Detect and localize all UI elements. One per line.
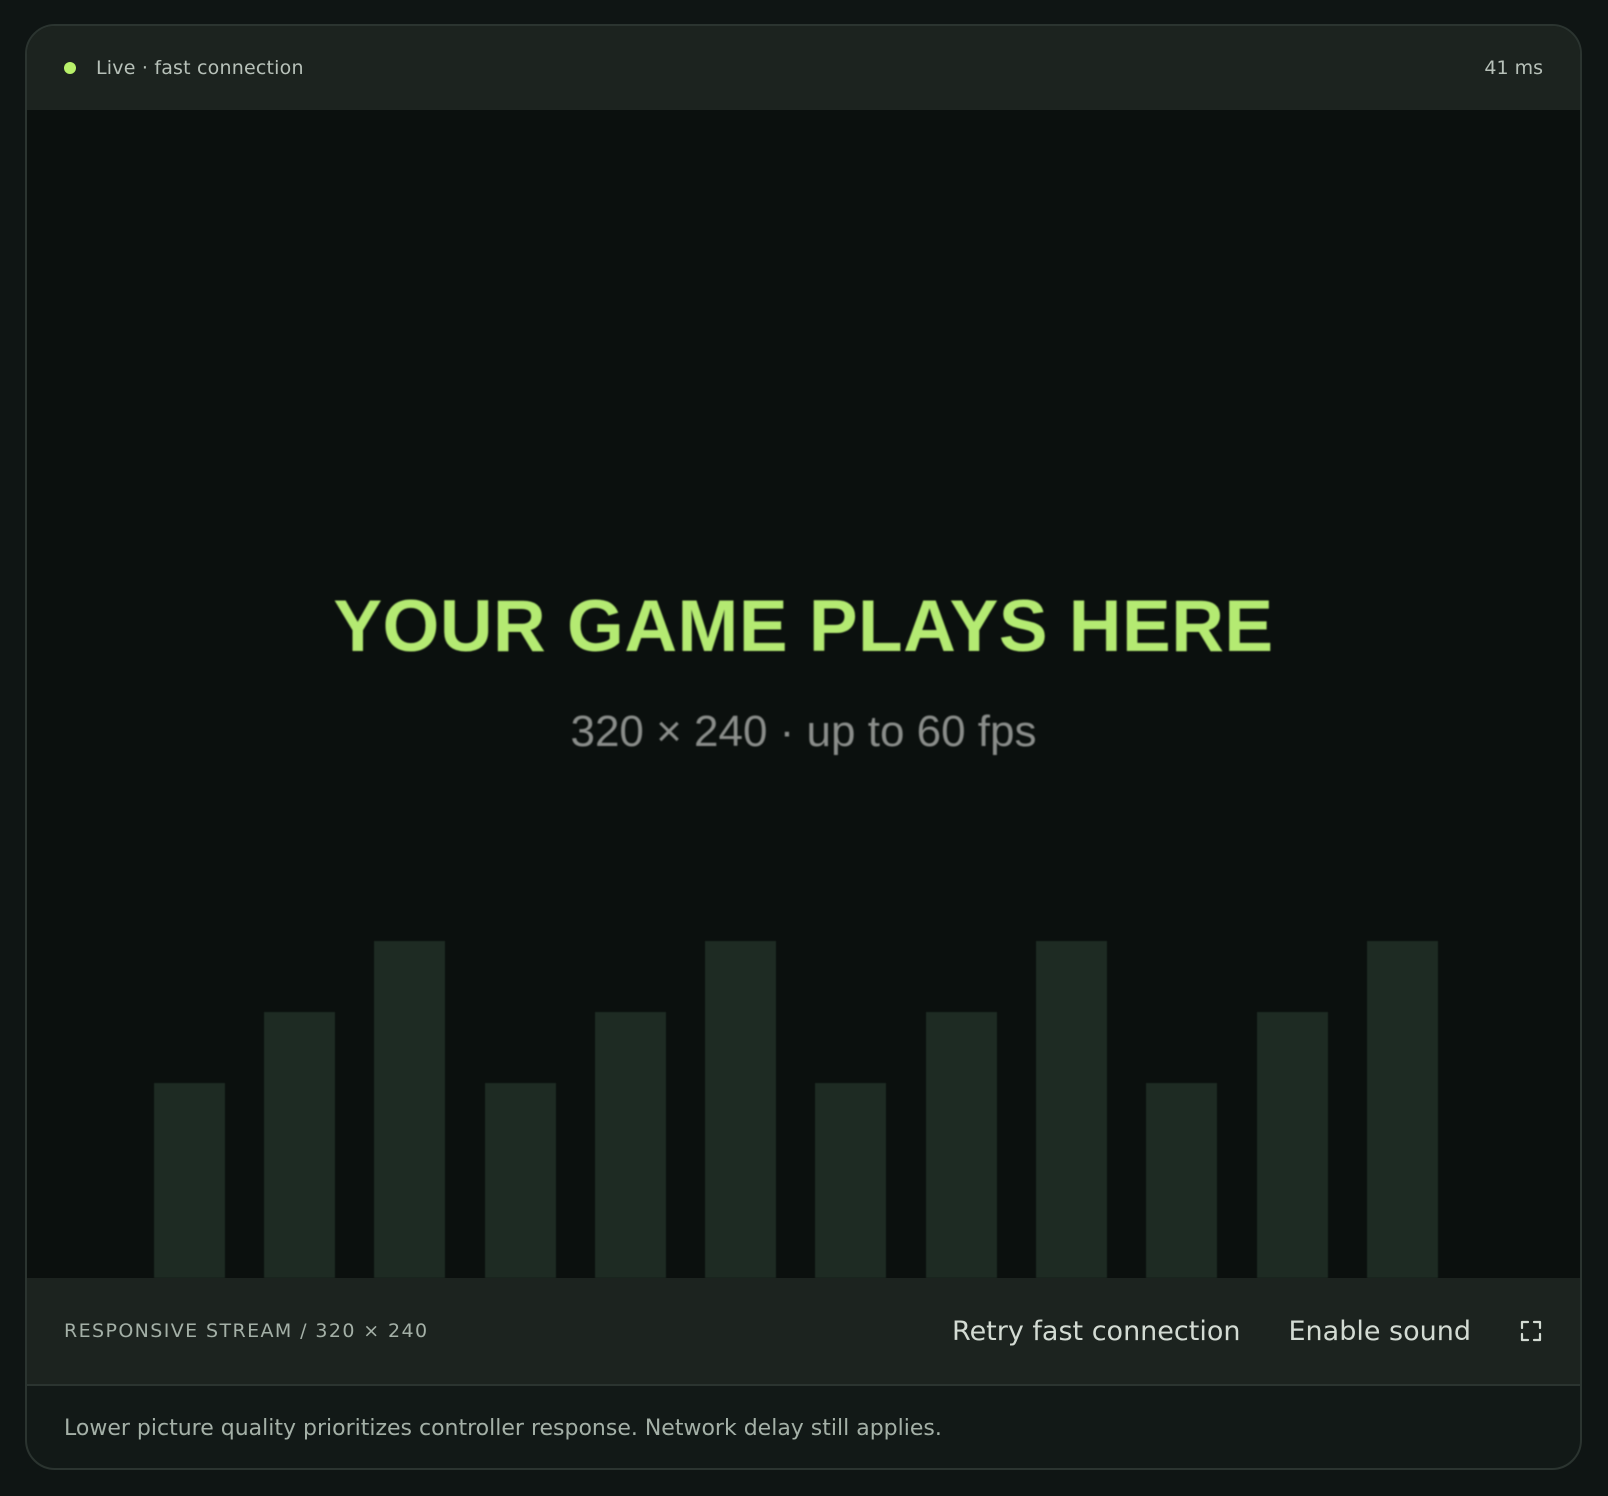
- stream-controls: RESPONSIVE STREAM / 320 × 240 Retry fast…: [27, 1278, 1580, 1386]
- stream-card: Live · fast connection 41 ms YOUR GAME P…: [25, 24, 1582, 1470]
- decorative-bar: [485, 1083, 556, 1278]
- stream-mode-label: RESPONSIVE STREAM / 320 × 240: [64, 1320, 429, 1342]
- game-viewport[interactable]: YOUR GAME PLAYS HERE 320 × 240 · up to 6…: [27, 110, 1580, 1278]
- decorative-bar: [595, 1012, 666, 1278]
- decorative-bar: [705, 941, 776, 1278]
- decorative-bar: [1036, 941, 1107, 1278]
- decorative-bar: [1146, 1083, 1217, 1278]
- decorative-bar: [1367, 941, 1438, 1278]
- decorative-bar: [154, 1083, 225, 1278]
- decorative-bar: [374, 941, 445, 1278]
- retry-fast-connection-button[interactable]: Retry fast connection: [952, 1316, 1240, 1347]
- game-placeholder-subtitle: 320 × 240 · up to 60 fps: [570, 707, 1037, 756]
- enable-sound-button[interactable]: Enable sound: [1288, 1316, 1471, 1347]
- status-bar: Live · fast connection 41 ms: [27, 26, 1580, 110]
- latency-readout: 41 ms: [1484, 57, 1543, 79]
- stream-footnote: Lower picture quality prioritizes contro…: [64, 1416, 942, 1441]
- game-placeholder-title: YOUR GAME PLAYS HERE: [333, 586, 1274, 667]
- decorative-bar: [926, 1012, 997, 1278]
- fullscreen-icon[interactable]: [1519, 1319, 1543, 1343]
- decorative-bars: [27, 878, 1580, 1278]
- live-status-dot-icon: [64, 62, 76, 74]
- decorative-bar: [1257, 1012, 1328, 1278]
- decorative-bar: [815, 1083, 886, 1278]
- decorative-bar: [264, 1012, 335, 1278]
- connection-status: Live · fast connection: [96, 57, 304, 79]
